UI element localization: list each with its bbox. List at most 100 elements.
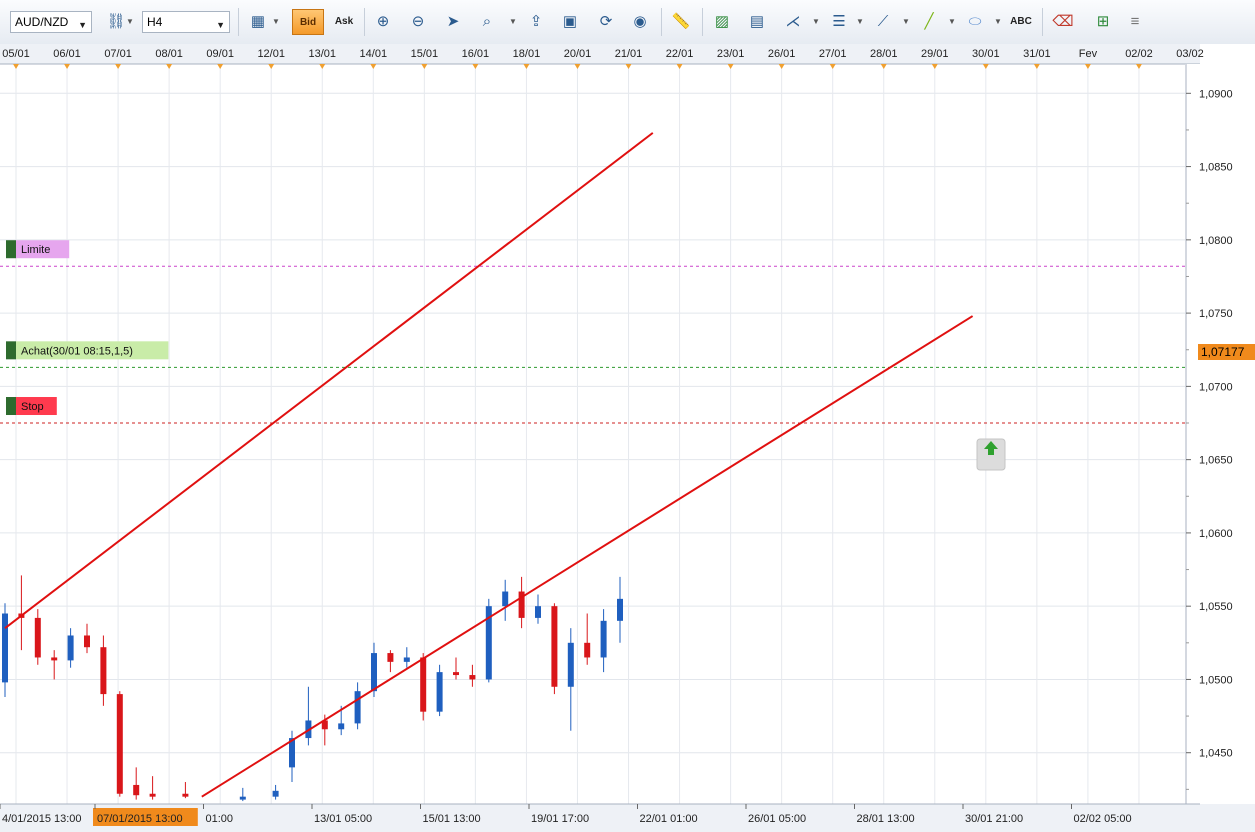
screenshot-icon[interactable]: ▣ [557,9,583,35]
candle-bearish [84,635,90,648]
chevron-down-icon[interactable]: ▼ [509,17,517,26]
price-tick-label: 1,0750 [1199,308,1233,320]
draw-line-icon[interactable]: ⟋ [870,9,896,35]
price-tick-label: 1,0650 [1199,455,1233,467]
chevron-down-icon[interactable]: ▼ [272,17,280,26]
divider [661,8,662,36]
candle-bullish [403,657,410,662]
date-label: 12/01 [257,48,285,60]
candle-bullish [338,723,345,730]
text-tool-icon[interactable]: ABC [1008,9,1034,35]
symbol-dropdown[interactable]: AUD/NZD ▼ [10,11,92,33]
candle-bearish [584,642,591,658]
candle-bearish [551,606,558,687]
time-label: 4/01/2015 13:00 [2,813,82,825]
candle-bearish [453,672,459,676]
date-label: 06/01 [53,48,81,60]
candle-bearish [420,657,427,712]
price-tick-label: 1,0850 [1199,162,1233,174]
hierarchy-icon[interactable]: ⊞ [1090,9,1116,35]
image-icon[interactable]: ▨ [709,9,735,35]
time-label: 15/01 13:00 [423,813,481,825]
candle-bullish [617,598,623,621]
date-label: 16/01 [462,48,490,60]
menu-icon[interactable]: ≡ [1122,9,1148,35]
timeframe-value: H4 [147,15,163,29]
price-tick-label: 1,0600 [1199,528,1233,540]
time-label: 22/01 01:00 [640,813,698,825]
candle-bearish [34,617,41,658]
order-tag-handle[interactable] [6,397,16,416]
time-label: 28/01 13:00 [857,813,915,825]
candle-bearish [51,657,58,661]
date-label: 27/01 [819,48,847,60]
zoom-out-icon[interactable]: ⊖ [405,9,431,35]
zoom-in-icon[interactable]: ⊕ [370,9,396,35]
candle-bearish [149,793,156,797]
chart-background [0,44,1255,832]
chevron-down-icon[interactable]: ▼ [948,17,956,26]
ask-button[interactable]: Ask [328,9,360,35]
time-label: 26/01 05:00 [748,813,806,825]
candle-bullish [239,796,246,800]
ruler-icon[interactable]: 📏 [668,9,694,35]
chart[interactable]: 05/01 06/01 07/01 08/01 09/01 12/01 13/01 14/01… [0,44,1255,832]
date-label: 09/01 [206,48,234,60]
price-tick-label: 1,0500 [1199,674,1233,686]
chevron-down-icon[interactable]: ▼ [856,17,864,26]
highlighted-time-label: 07/01/2015 13:00 [97,813,183,825]
crosshair-icon[interactable]: ⌕ [474,9,500,35]
eraser-icon[interactable]: ⌫ [1050,9,1076,35]
time-label: 01:00 [206,813,234,825]
order-tag-handle[interactable] [6,240,16,259]
price-tick-label: 1,0550 [1199,601,1233,613]
chevron-down-icon[interactable]: ▼ [812,17,820,26]
date-label: 08/01 [155,48,183,60]
date-label: 22/01 [666,48,694,60]
candle-bullish [567,642,574,687]
price-tick-label: 1,0700 [1199,381,1233,393]
price-tick-label: 1,0450 [1199,748,1233,760]
date-label: 31/01 [1023,48,1051,60]
date-label: 20/01 [564,48,592,60]
order-tag-label: Limite [21,244,50,256]
bid-button[interactable]: Bid [292,9,324,35]
chevron-down-icon[interactable]: ▼ [994,17,1002,26]
template-icon[interactable]: ▤ [744,9,770,35]
date-label: 03/02 [1176,48,1204,60]
ellipse-icon[interactable]: ⬭ [962,9,988,35]
candle-bearish [387,653,394,662]
divider [238,8,239,36]
order-tag-handle[interactable] [6,341,16,360]
date-label: 26/01 [768,48,796,60]
date-label: 23/01 [717,48,745,60]
date-label: 18/01 [513,48,541,60]
toolbar: AUD/NZD ▼ ⛓ ▼ H4 ▼ ▦ ▼ Bid Ask ⊕ ⊖ ➤ ⌕ ▼ ⇪… [0,0,1255,45]
time-label: 30/01 21:00 [965,813,1023,825]
refresh-icon[interactable]: ⟳ [593,9,619,35]
candle-bullish [371,653,377,692]
cursor-icon[interactable]: ➤ [440,9,466,35]
price-tick-label: 1,0800 [1199,235,1233,247]
candle-bullish [535,606,541,618]
pencil-icon[interactable]: ╱ [916,9,942,35]
time-label: 13/01 05:00 [314,813,372,825]
date-label: 14/01 [360,48,388,60]
trend-tool-icon[interactable]: ⇪ [523,9,549,35]
globe-icon[interactable]: ◉ [627,9,653,35]
timeframe-dropdown[interactable]: H4 ▼ [142,11,230,33]
date-label: 29/01 [921,48,949,60]
indicators-icon[interactable]: ☰ [826,9,852,35]
chevron-down-icon[interactable]: ▼ [126,17,134,26]
date-label: 30/01 [972,48,1000,60]
date-label: 02/02 [1125,48,1153,60]
date-label: Fev [1079,48,1098,60]
candle-bullish [272,790,279,797]
candle-bearish [469,675,476,680]
candle-bullish [2,613,8,683]
chart-type-icon[interactable]: ▦ [245,9,271,35]
buy-arrow-marker[interactable] [976,438,1006,471]
candle-bearish [100,647,107,695]
chevron-down-icon[interactable]: ▼ [902,17,910,26]
fork-icon[interactable]: ⋌ [780,9,806,35]
